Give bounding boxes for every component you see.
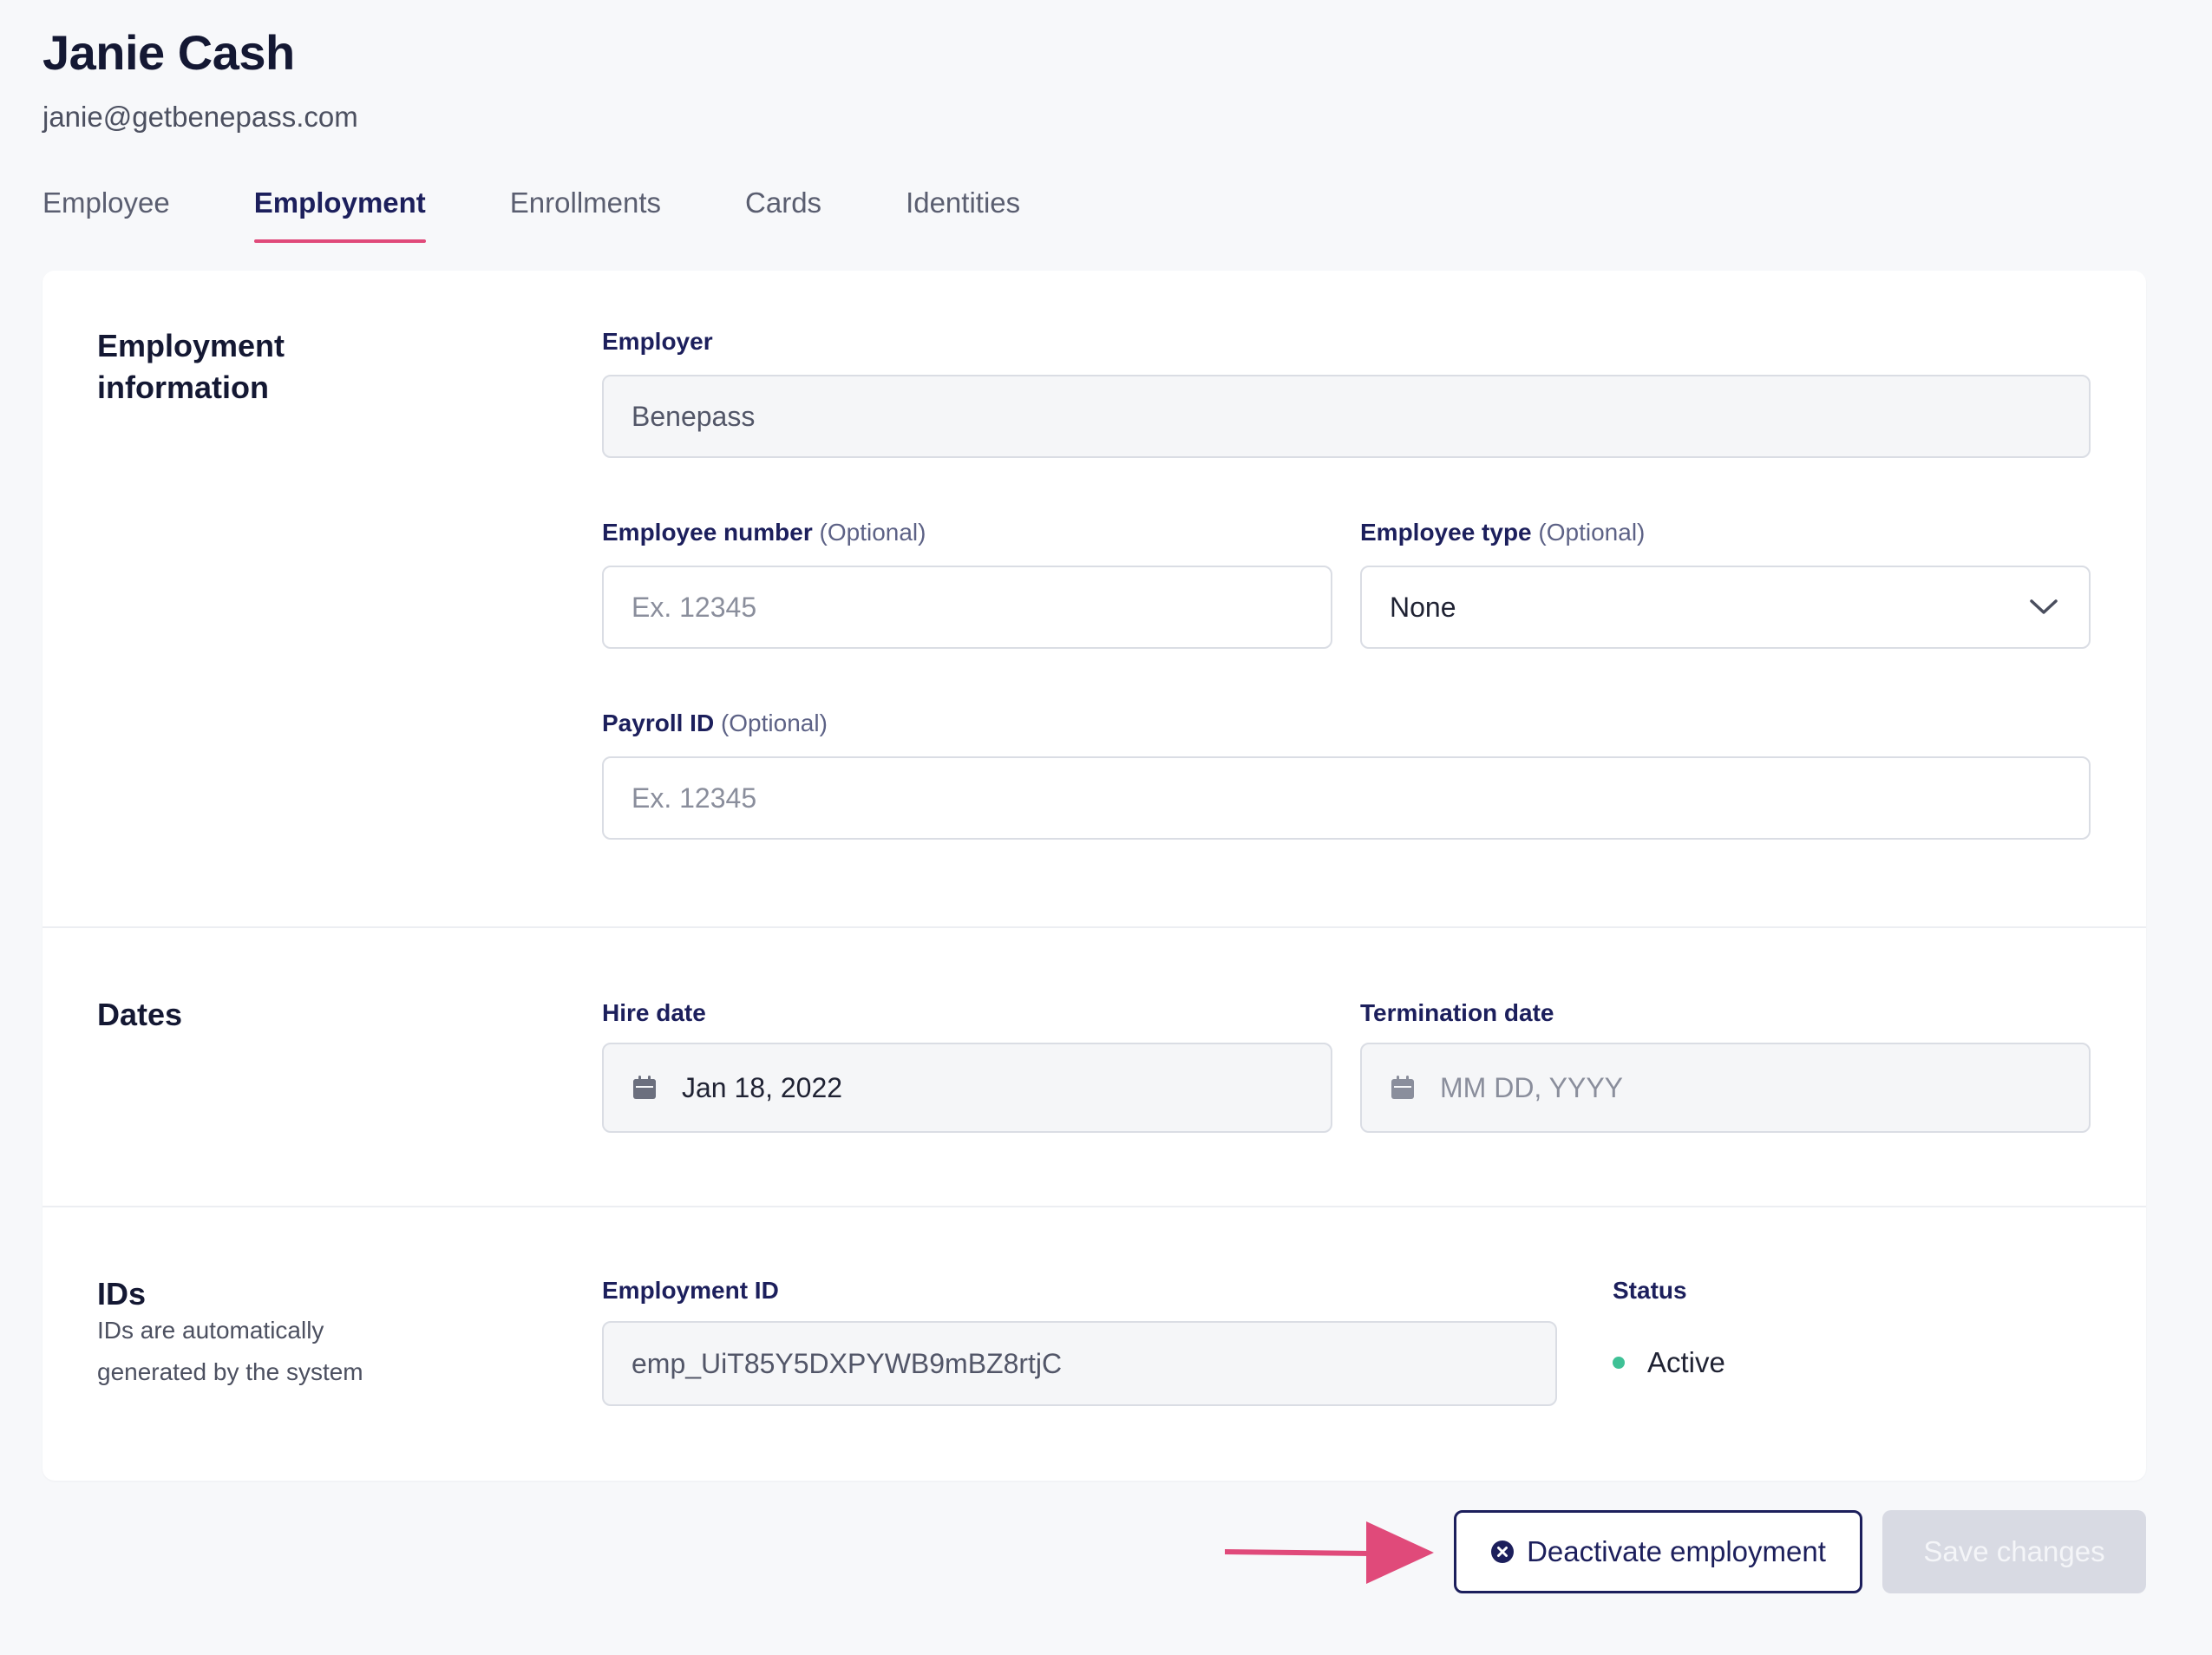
save-changes-label: Save changes xyxy=(1923,1535,2105,1567)
status-value: Active xyxy=(1647,1346,1725,1378)
hire-date-label: Hire date xyxy=(602,999,706,1026)
employee-type-label: Employee type (Optional) xyxy=(1360,519,1646,546)
termination-date-field[interactable]: MM DD, YYYY xyxy=(1360,1043,2091,1133)
status-indicator: Active xyxy=(1613,1346,1725,1379)
deactivate-employment-label: Deactivate employment xyxy=(1527,1535,1826,1567)
termination-date-label: Termination date xyxy=(1360,999,1554,1026)
tab-bar: Employee Employment Enrollments Cards Id… xyxy=(43,180,1104,243)
payroll-id-label: Payroll ID (Optional) xyxy=(602,710,828,736)
employment-card: Employment information Employer Benepass… xyxy=(43,271,2146,1481)
tab-cards[interactable]: Cards xyxy=(745,180,821,243)
page-header: Janie Cash janie@getbenepass.com xyxy=(43,24,358,134)
ids-description: IDs are automatically generated by the s… xyxy=(97,1317,363,1385)
employee-type-select[interactable]: None xyxy=(1360,566,2091,649)
user-name: Janie Cash xyxy=(43,25,295,80)
user-email: janie@getbenepass.com xyxy=(43,101,358,133)
optional-hint: (Optional) xyxy=(1538,519,1646,546)
optional-hint: (Optional) xyxy=(720,710,828,736)
employer-label: Employer xyxy=(602,328,713,355)
section-title-employment: Employment information xyxy=(97,328,285,405)
employer-field: Benepass xyxy=(602,375,2091,458)
tab-employee[interactable]: Employee xyxy=(43,180,170,243)
payroll-id-field[interactable] xyxy=(602,756,2091,840)
status-label: Status xyxy=(1613,1277,1687,1304)
hire-date-value: Jan 18, 2022 xyxy=(682,1071,843,1103)
chevron-down-icon xyxy=(2030,599,2058,614)
termination-date-placeholder: MM DD, YYYY xyxy=(1440,1071,1623,1103)
employer-value: Benepass xyxy=(632,400,756,432)
tab-enrollments[interactable]: Enrollments xyxy=(510,180,661,243)
calendar-icon xyxy=(633,1076,656,1099)
employment-id-field: emp_UiT85Y5DXPYWB9mBZ8rtjC xyxy=(602,1321,1557,1406)
employment-id-label: Employment ID xyxy=(602,1277,779,1304)
dates-section: Dates Hire date Jan 18, 2022 Termination… xyxy=(43,926,2146,1207)
payroll-id-input[interactable] xyxy=(632,782,2061,814)
hire-date-field[interactable]: Jan 18, 2022 xyxy=(602,1043,1332,1133)
employment-id-value: emp_UiT85Y5DXPYWB9mBZ8rtjC xyxy=(632,1347,1063,1379)
deactivate-employment-button[interactable]: Deactivate employment xyxy=(1454,1510,1862,1593)
employee-type-value: None xyxy=(1390,591,1456,623)
tab-employment[interactable]: Employment xyxy=(253,180,426,243)
tab-identities[interactable]: Identities xyxy=(906,180,1020,243)
section-title-dates: Dates xyxy=(97,997,183,1032)
save-changes-button[interactable]: Save changes xyxy=(1882,1510,2146,1593)
arrow-right-icon xyxy=(1225,1521,1434,1584)
employee-number-field[interactable] xyxy=(602,566,1332,649)
calendar-icon xyxy=(1391,1076,1414,1099)
optional-hint: (Optional) xyxy=(819,519,926,546)
employment-information-section: Employment information Employer Benepass… xyxy=(43,271,2146,928)
employee-number-label: Employee number (Optional) xyxy=(602,519,926,546)
section-title-ids: IDs xyxy=(97,1276,147,1312)
ids-section: IDs IDs are automatically generated by t… xyxy=(43,1206,2146,1481)
status-dot-icon xyxy=(1613,1357,1625,1369)
employee-number-input[interactable] xyxy=(632,591,1303,624)
close-circle-icon xyxy=(1491,1541,1515,1563)
